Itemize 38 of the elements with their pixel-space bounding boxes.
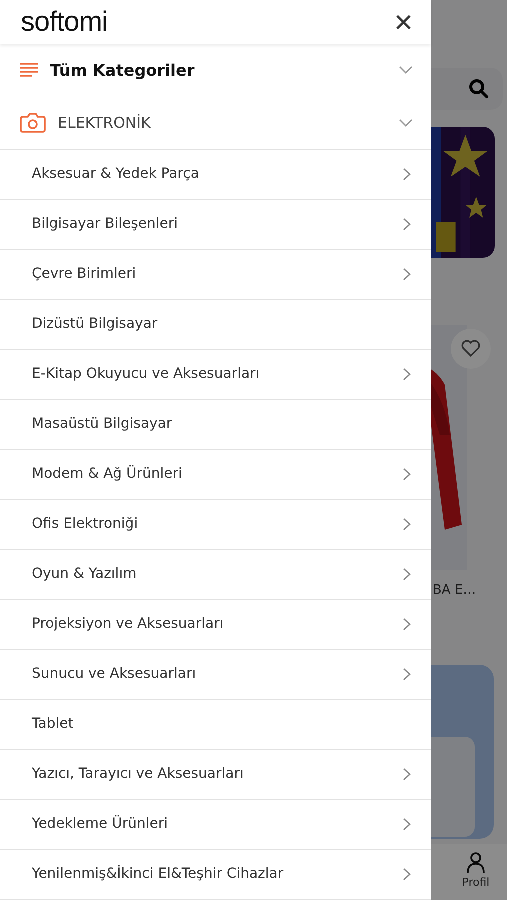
category-label: Çevre Birimleri	[32, 266, 136, 282]
category-item[interactable]: Yedekleme Ürünleri	[0, 800, 431, 850]
category-label: Tablet	[32, 716, 74, 732]
category-label: Masaüstü Bilgisayar	[32, 416, 172, 432]
category-item[interactable]: Ofis Elektroniği	[0, 500, 431, 550]
close-button[interactable]: ×	[394, 6, 413, 38]
category-label: Oyun & Yazılım	[32, 566, 137, 582]
logo: softomi	[21, 6, 108, 38]
category-item[interactable]: Tablet	[0, 700, 431, 750]
category-header[interactable]: Tüm Kategoriler	[0, 44, 431, 97]
category-label: Yenilenmiş&İkinci El&Teşhir Cihazlar	[32, 866, 284, 882]
category-item[interactable]: E-Kitap Okuyucu ve Aksesuarları	[0, 350, 431, 400]
category-item[interactable]: Bilgisayar Bileşenleri	[0, 200, 431, 250]
category-label: E-Kitap Okuyucu ve Aksesuarları	[32, 366, 260, 382]
product-name: BA E…	[433, 583, 478, 598]
section-title: Tüm Kategoriler	[50, 60, 196, 80]
category-label: Aksesuar & Yedek Parça	[32, 166, 200, 182]
category-item[interactable]: Oyun & Yazılım	[0, 550, 431, 600]
category-item[interactable]: Modem & Ağ Ürünleri	[0, 450, 431, 500]
category-label: Modem & Ağ Ürünleri	[32, 466, 182, 482]
section-title: ELEKTRONİK	[58, 114, 152, 132]
category-header[interactable]: ELEKTRONİK	[0, 96, 431, 149]
category-item[interactable]: Projeksiyon ve Aksesuarları	[0, 600, 431, 650]
category-label: Projeksiyon ve Aksesuarları	[32, 616, 224, 632]
category-item[interactable]: Yenilenmiş&İkinci El&Teşhir Cihazlar	[0, 850, 431, 900]
category-label: Bilgisayar Bileşenleri	[32, 216, 178, 232]
category-label: Ofis Elektroniği	[32, 516, 138, 532]
category-item[interactable]: Masaüstü Bilgisayar	[0, 400, 431, 450]
nav-item[interactable]: Profil	[445, 844, 507, 900]
category-item[interactable]: Yazıcı, Tarayıcı ve Aksesuarları	[0, 750, 431, 800]
category-label: Yedekleme Ürünleri	[32, 816, 168, 832]
category-label: Dizüstü Bilgisayar	[32, 316, 158, 332]
category-item[interactable]: Sunucu ve Aksesuarları	[0, 650, 431, 700]
category-label: Sunucu ve Aksesuarları	[32, 666, 196, 682]
category-item[interactable]: Aksesuar & Yedek Parça	[0, 150, 431, 200]
category-item[interactable]: Çevre Birimleri	[0, 250, 431, 300]
category-item[interactable]: Dizüstü Bilgisayar	[0, 300, 431, 350]
category-label: Yazıcı, Tarayıcı ve Aksesuarları	[32, 766, 244, 782]
